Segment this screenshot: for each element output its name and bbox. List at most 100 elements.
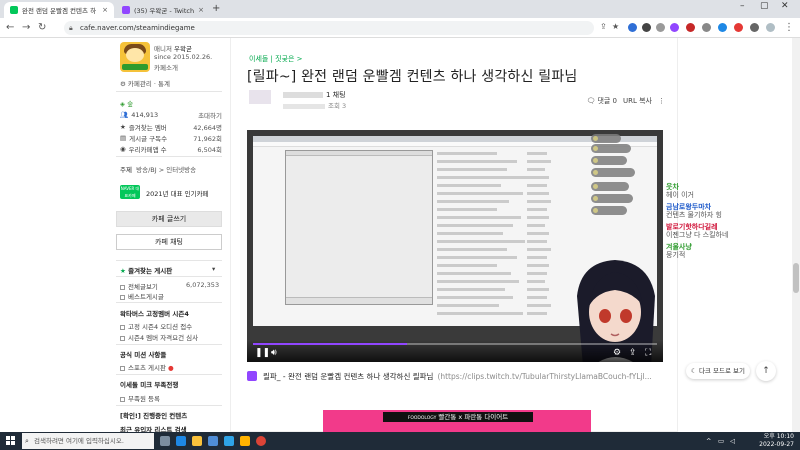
author-meta: 조회 3: [283, 100, 346, 110]
tab-twitch[interactable]: (35) 우왁굳 - Twitch ×: [116, 2, 210, 18]
windows-start-icon[interactable]: [6, 436, 16, 446]
manager-name: 우왁굳: [174, 45, 192, 53]
menu-item[interactable]: 스포츠 게시판 ●: [120, 362, 174, 372]
chat-message: 헤이 이거: [666, 191, 694, 199]
fullscreen-icon[interactable]: ⛶: [645, 348, 651, 358]
moon-icon: ☾: [691, 367, 697, 375]
taskbar-search-input[interactable]: ⌕ 검색하려면 여기에 입력하십시오.: [22, 433, 154, 449]
puzzle-icon[interactable]: [750, 23, 759, 32]
network-icon[interactable]: ▭: [718, 437, 724, 445]
share-icon[interactable]: ⇪: [600, 22, 607, 31]
extension-icon[interactable]: [734, 23, 743, 32]
all-posts-link[interactable]: 전체글보기: [120, 281, 158, 291]
avatar[interactable]: [249, 90, 271, 104]
ad-banner-text: FOODOLOGY 빨간통 x 파란통 다이어트: [383, 412, 533, 422]
clip-caption[interactable]: 릴파_ - 완전 랜덤 운빨겜 컨텐츠 하나 생각하신 릴파님 (https:/…: [247, 366, 663, 386]
file-explorer-icon[interactable]: [192, 436, 202, 446]
more-icon[interactable]: ⋮: [658, 97, 665, 105]
divider: [116, 405, 222, 406]
minimize-button[interactable]: –: [740, 1, 745, 11]
tab-cafe[interactable]: 완전 랜덤 운빨겜 컨텐츠 하 ×: [4, 2, 114, 18]
maximize-button[interactable]: ▢: [760, 1, 769, 11]
extension-icon[interactable]: [686, 23, 695, 32]
theme-link[interactable]: 방송/BJ > 인터넷방송: [136, 166, 196, 174]
tray-chevron-icon[interactable]: ^: [706, 437, 711, 445]
pause-icon[interactable]: ❚❚: [255, 348, 270, 358]
favorites-header[interactable]: ★ 즐겨찾는 게시판: [120, 265, 172, 275]
menu-item[interactable]: 부족원 등록: [120, 393, 160, 403]
extension-icon[interactable]: [656, 23, 665, 32]
section-header[interactable]: 왁타버스 고정멤버 시즌4: [120, 308, 189, 318]
chrome-icon[interactable]: [256, 436, 266, 446]
menu-item[interactable]: 시즌4 멤버 자격요건 심사: [120, 332, 198, 342]
app-icon[interactable]: [240, 436, 250, 446]
section-header[interactable]: [확인!] 진행중인 컨텐츠: [120, 410, 187, 420]
section-header[interactable]: 최근 유입자 리스트 검색: [120, 424, 187, 432]
chevron-down-icon[interactable]: ▾: [212, 265, 215, 273]
clock[interactable]: 오후 10:10 2022-09-27: [759, 433, 794, 449]
extension-icon[interactable]: [642, 23, 651, 32]
cafe-profile-image[interactable]: [120, 42, 150, 72]
store-icon[interactable]: [208, 436, 218, 446]
close-icon[interactable]: ×: [102, 6, 108, 14]
board-icon: [120, 294, 125, 300]
breadcrumb[interactable]: 이세돌 | 짓궂은 >: [249, 54, 303, 64]
clip-video-frame: [247, 130, 663, 362]
new-tab-button[interactable]: +: [212, 3, 220, 14]
page-scrollbar[interactable]: [792, 38, 800, 432]
extension-icon[interactable]: [718, 23, 727, 32]
close-window-button[interactable]: ✕: [781, 1, 789, 11]
cafe-write-button[interactable]: 카페 글쓰기: [116, 211, 222, 227]
lock-icon: 🔒︎: [69, 24, 73, 32]
tab-label: (35) 우왁굳 - Twitch: [134, 7, 195, 15]
clip-progress-bar[interactable]: [253, 343, 657, 345]
board-icon: [120, 335, 125, 341]
divider: [116, 374, 222, 375]
cafe-sidebar: 매니저 우왁굳 since 2015.02.26. 카페소개 ⚙︎ 카페관리 ·…: [116, 38, 222, 432]
board-icon: [120, 396, 125, 402]
mail-icon[interactable]: [224, 436, 234, 446]
best-posts-link[interactable]: 베스트게시글: [120, 291, 164, 301]
article-container: 이세돌 | 짓궂은 > [릴파~] 완전 랜덤 운빨겜 컨텐츠 하나 생각하신 …: [230, 38, 678, 432]
grade-badge: ◈ 숲: [120, 100, 134, 108]
section-header[interactable]: 공식 미션 사항들: [120, 349, 166, 359]
extension-icon[interactable]: [702, 23, 711, 32]
volume-icon[interactable]: ◁: [730, 437, 735, 445]
volume-icon[interactable]: 🔊︎: [271, 348, 277, 358]
profile-avatar[interactable]: [766, 23, 775, 32]
close-icon[interactable]: ×: [198, 6, 204, 14]
member-count: 414,913: [131, 111, 159, 119]
cafe-chat-button[interactable]: 카페 채팅: [116, 234, 222, 250]
menu-dots-icon[interactable]: ⋮: [784, 22, 794, 33]
cafe-intro-link[interactable]: 카페소개: [154, 62, 178, 72]
chat-message: 컨텐츠 물기하자 힝: [666, 211, 722, 219]
share-icon[interactable]: ⇪: [629, 348, 637, 358]
divider: [116, 344, 222, 345]
reload-icon[interactable]: ↻: [38, 22, 46, 33]
extension-icon[interactable]: [628, 23, 637, 32]
cafe-manage-link[interactable]: ⚙︎ 카페관리 · 통계: [120, 78, 170, 88]
twitch-clip-player[interactable]: ❚❚ 🔊︎ ⚙︎ ⇪ ⛶: [247, 130, 663, 362]
ad-banner[interactable]: FOODOLOGY 빨간통 x 파란통 다이어트: [323, 410, 591, 432]
back-icon[interactable]: ←: [6, 22, 14, 33]
search-icon: ⌕: [25, 437, 29, 445]
task-view-icon[interactable]: [160, 436, 170, 446]
comment-button[interactable]: 🗨︎ 댓글 0: [586, 96, 617, 106]
edge-icon[interactable]: [176, 436, 186, 446]
dark-mode-button[interactable]: ☾ 다크 모드로 보기: [686, 363, 750, 379]
extension-icon[interactable]: [670, 23, 679, 32]
author-name[interactable]: 1 채팅: [283, 90, 346, 100]
invite-link[interactable]: 초대하기: [198, 110, 222, 120]
menu-item[interactable]: 고정 시즌4 오디션 접수: [120, 321, 192, 331]
scroll-top-button[interactable]: ↑: [756, 361, 776, 381]
forward-icon[interactable]: →: [22, 22, 30, 33]
gear-icon[interactable]: ⚙︎: [613, 348, 621, 358]
tab-label: 완전 랜덤 운빨겜 컨텐츠 하: [22, 7, 97, 15]
url-input[interactable]: 🔒︎ cafe.naver.com/steamindiegame: [64, 21, 594, 35]
bookmark-star-icon[interactable]: ★: [612, 22, 619, 31]
app-count-row: ◉ 우리카페앱 수 6,504회: [120, 145, 222, 154]
url-copy-button[interactable]: URL 복사: [623, 96, 652, 106]
clip-link[interactable]: (https://clips.twitch.tv/TubularThirstyL…: [437, 372, 651, 381]
chat-username: 웃차: [666, 183, 679, 191]
section-header[interactable]: 이세돌 미크 부족전쟁: [120, 379, 178, 389]
